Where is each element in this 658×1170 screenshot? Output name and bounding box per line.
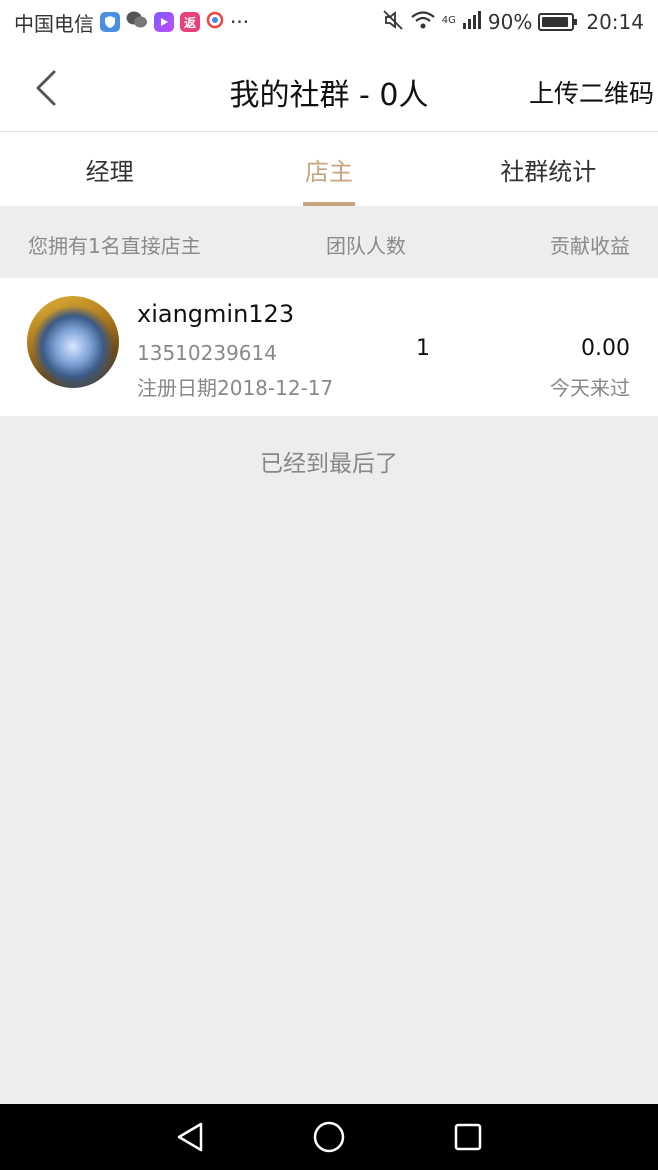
browser-icon — [206, 10, 224, 34]
mute-icon — [382, 9, 404, 36]
nav-header: 我的社群 - 0人 上传二维码 — [0, 44, 658, 132]
list-column-header: 您拥有1名直接店主 团队人数 贡献收益 — [0, 206, 658, 278]
status-bar-left: 中国电信 返 ··· — [14, 8, 249, 37]
member-phone: 13510239614 — [137, 341, 277, 365]
tab-bar: 经理 店主 社群统计 — [0, 132, 658, 206]
member-register-date: 注册日期2018-12-17 — [137, 376, 334, 400]
end-of-list-text: 已经到最后了 — [260, 451, 398, 477]
network-type-label: 4G — [441, 14, 456, 26]
member-name: xiangmin123 — [137, 300, 295, 328]
nav-recents-button[interactable] — [438, 1112, 498, 1162]
shield-icon — [100, 12, 120, 32]
tab-manager[interactable]: 经理 — [0, 132, 219, 206]
battery-icon — [538, 13, 578, 31]
upload-qr-button[interactable]: 上传二维码 — [529, 74, 654, 110]
circle-home-icon — [313, 1121, 345, 1153]
fanli-app-icon: 返 — [180, 12, 200, 32]
nav-home-button[interactable] — [299, 1112, 359, 1162]
contribution-header: 贡献收益 — [550, 234, 630, 258]
owner-count-summary: 您拥有1名直接店主 — [28, 234, 201, 258]
clock: 20:14 — [586, 10, 644, 34]
tab-community-stats[interactable]: 社群统计 — [439, 132, 658, 206]
status-bar-right: 4G 90% 20:14 — [382, 9, 644, 36]
signal-icon — [462, 10, 482, 34]
member-last-visit: 今天来过 — [550, 376, 630, 400]
more-notifications-icon: ··· — [230, 10, 250, 34]
square-recents-icon — [455, 1123, 482, 1151]
android-nav-bar — [0, 1104, 658, 1170]
team-count-header: 团队人数 — [326, 234, 406, 258]
tab-shop-owner[interactable]: 店主 — [219, 132, 438, 206]
member-team-count: 1 — [416, 336, 430, 361]
battery-percent: 90% — [487, 10, 533, 34]
wifi-icon — [410, 10, 436, 35]
triangle-back-icon — [177, 1122, 202, 1152]
member-earning: 0.00 — [581, 336, 630, 361]
wechat-icon — [126, 10, 148, 35]
carrier-label: 中国电信 — [14, 11, 94, 36]
avatar — [27, 296, 119, 388]
video-app-icon — [154, 12, 174, 32]
list-item[interactable]: xiangmin123 13510239614 注册日期2018-12-17 1… — [0, 278, 658, 416]
status-bar: 中国电信 返 ··· 4G 90% 20:14 — [0, 0, 658, 44]
nav-back-button[interactable] — [160, 1112, 220, 1162]
